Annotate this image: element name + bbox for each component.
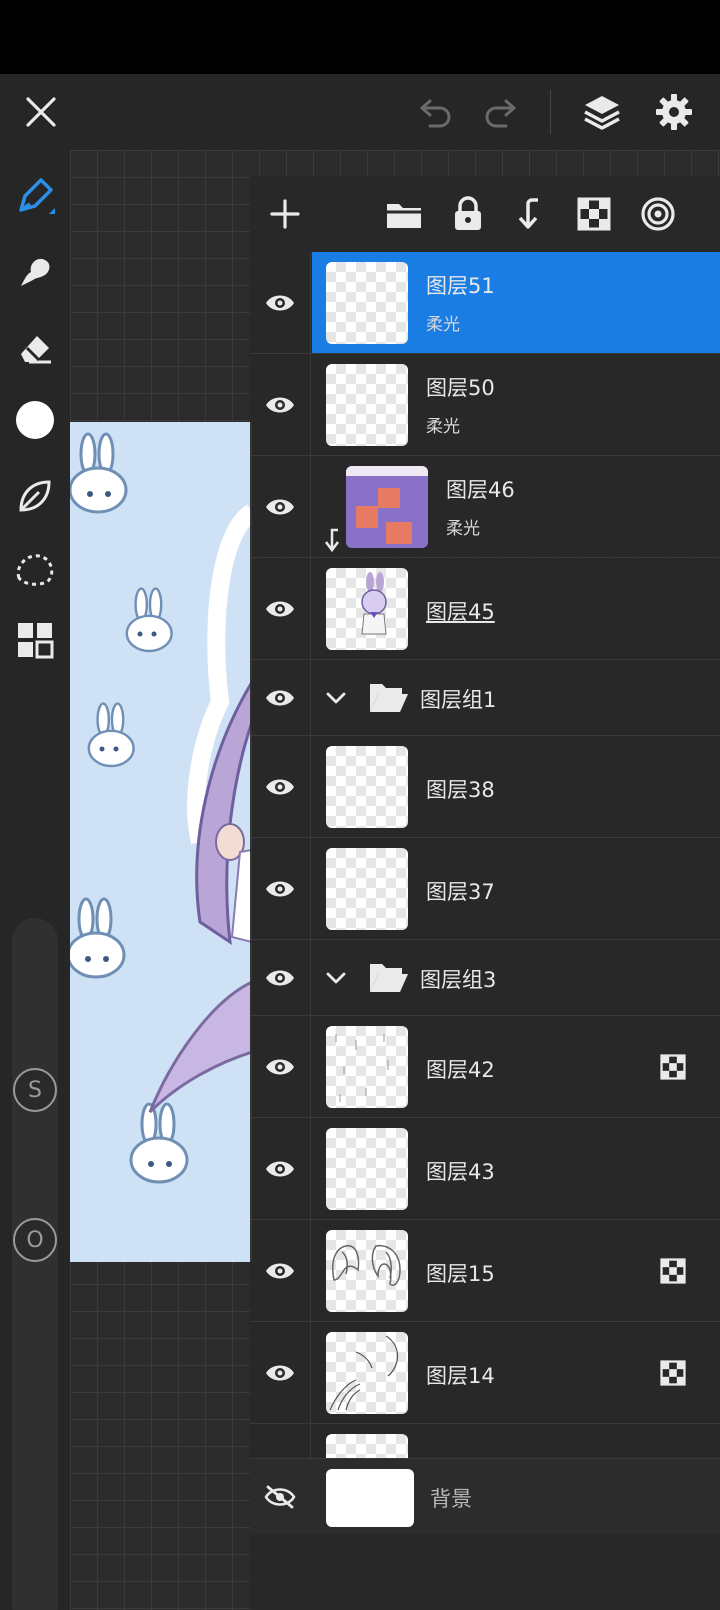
layer-row[interactable]: 图层50 柔光 [250, 354, 720, 456]
eraser-icon[interactable] [11, 324, 59, 372]
merge-down-icon[interactable] [506, 190, 554, 238]
layer-row[interactable]: 图层38 [250, 736, 720, 838]
redo-icon[interactable] [476, 88, 524, 136]
group-row[interactable]: 图层组1 [250, 660, 720, 736]
layer-thumbnail [326, 364, 408, 446]
layer-row[interactable]: 图层51 柔光 [250, 252, 720, 354]
eye-icon[interactable] [258, 587, 302, 631]
layer-row[interactable]: 图层42 [250, 1016, 720, 1118]
alpha-lock-icon[interactable] [660, 1054, 686, 1080]
layer-name: 图层45 [426, 600, 495, 624]
layer-row[interactable]: 图层14 [250, 1322, 720, 1424]
background-thumbnail [326, 1469, 414, 1527]
eye-icon[interactable] [258, 383, 302, 427]
layer-row-partial[interactable] [250, 1424, 720, 1458]
layer-thumbnail [326, 1128, 408, 1210]
layer-row[interactable]: 图层37 [250, 838, 720, 940]
blend-mode: 柔光 [446, 519, 480, 539]
eye-icon[interactable] [258, 956, 302, 1000]
alpha-lock-icon[interactable] [660, 1258, 686, 1284]
layer-thumbnail [326, 1230, 408, 1312]
layer-name: 图层50 [426, 376, 495, 400]
add-icon[interactable] [261, 190, 309, 238]
artwork [70, 422, 252, 1262]
eye-icon[interactable] [258, 1045, 302, 1089]
layer-thumbnail [326, 568, 408, 650]
folder-open-icon [368, 680, 410, 716]
pen-icon[interactable] [11, 172, 59, 220]
size-badge: S [13, 1068, 57, 1112]
layer-name: 图层37 [426, 880, 495, 904]
eye-icon[interactable] [258, 1147, 302, 1191]
layer-name: 图层15 [426, 1262, 495, 1286]
layer-thumbnail [326, 1434, 408, 1458]
group-name: 图层组1 [420, 688, 497, 712]
eye-icon[interactable] [258, 765, 302, 809]
target-icon[interactable] [634, 190, 682, 238]
folder-open-icon [368, 960, 410, 996]
layer-thumbnail [326, 1026, 408, 1108]
layer-row[interactable]: 图层43 [250, 1118, 720, 1220]
grid-icon[interactable] [11, 616, 59, 664]
background-layer-name: 背景 [430, 1487, 472, 1511]
eye-icon[interactable] [258, 1351, 302, 1395]
eye-icon[interactable] [258, 676, 302, 720]
folder-icon[interactable] [380, 190, 428, 238]
layer-name: 图层46 [446, 478, 515, 502]
layers-panel: 图层51 柔光 图层50 柔光 图层46 柔光 图层45 图层组1 图层38 图… [250, 176, 720, 1610]
checker-icon[interactable] [570, 190, 618, 238]
smudge-icon[interactable] [11, 248, 59, 296]
layer-name: 图层38 [426, 778, 495, 802]
clipping-arrow-icon [322, 528, 344, 554]
undo-icon[interactable] [412, 88, 460, 136]
alpha-lock-icon[interactable] [660, 1360, 686, 1386]
layer-name: 图层42 [426, 1058, 495, 1082]
status-bar [0, 0, 720, 74]
lasso-icon[interactable] [11, 544, 59, 592]
group-row[interactable]: 图层组3 [250, 940, 720, 1016]
color-icon[interactable] [11, 396, 59, 444]
layer-row[interactable]: 图层15 [250, 1220, 720, 1322]
brush-opacity-slider[interactable] [12, 1214, 58, 1610]
layer-thumbnail [326, 262, 408, 344]
blend-mode: 柔光 [426, 315, 460, 335]
group-name: 图层组3 [420, 968, 497, 992]
eye-hidden-icon[interactable] [258, 1475, 302, 1519]
background-layer-row[interactable]: 背景 [250, 1458, 720, 1534]
layer-thumbnail [346, 466, 428, 548]
layers-icon[interactable] [578, 88, 626, 136]
layer-name: 图层14 [426, 1364, 495, 1388]
layer-thumbnail [326, 746, 408, 828]
layer-row[interactable]: 图层46 柔光 [250, 456, 720, 558]
eye-icon[interactable] [258, 1249, 302, 1293]
top-bar [0, 74, 720, 150]
chevron-down-icon[interactable] [324, 686, 348, 710]
leaf-icon[interactable] [11, 472, 59, 520]
eye-icon[interactable] [258, 867, 302, 911]
lock-icon[interactable] [444, 190, 492, 238]
top-bar-divider [550, 90, 551, 134]
layer-row[interactable]: 图层45 [250, 558, 720, 660]
layer-thumbnail [326, 1332, 408, 1414]
layer-name: 图层43 [426, 1160, 495, 1184]
eye-icon[interactable] [258, 281, 302, 325]
close-icon[interactable] [17, 88, 65, 136]
layer-name: 图层51 [426, 274, 495, 298]
opacity-badge: O [13, 1218, 57, 1262]
eye-icon[interactable] [258, 485, 302, 529]
blend-mode: 柔光 [426, 417, 460, 437]
layer-thumbnail [326, 848, 408, 930]
chevron-down-icon[interactable] [324, 966, 348, 990]
gear-icon[interactable] [650, 88, 698, 136]
left-toolbar: S O [0, 150, 70, 1610]
layers-toolbar [250, 176, 720, 252]
